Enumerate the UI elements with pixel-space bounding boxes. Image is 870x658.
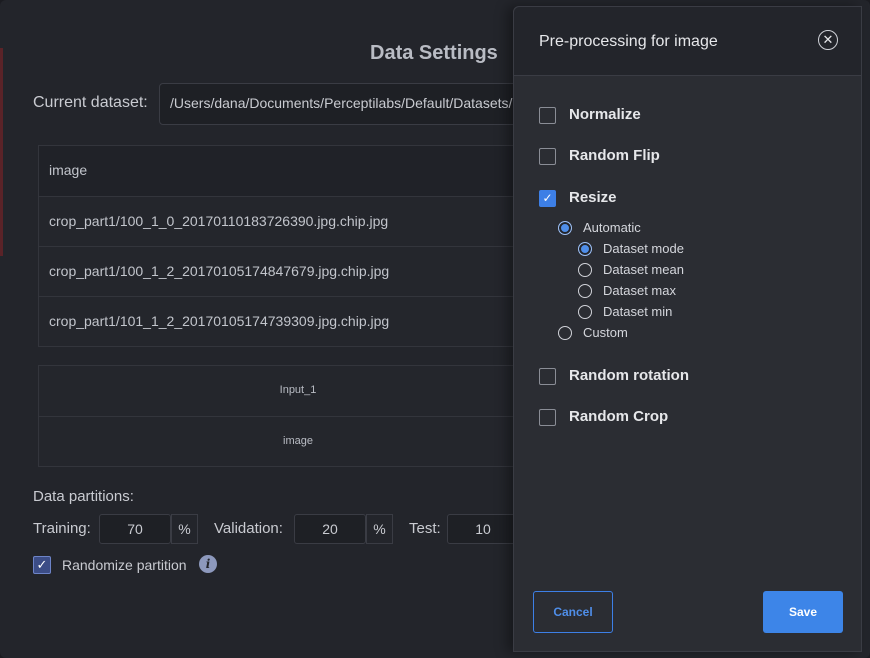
- input-selector[interactable]: Input_1: [39, 366, 557, 416]
- normalize-label: Normalize: [569, 106, 641, 123]
- panel-title: Pre-processing for image: [539, 33, 718, 50]
- randomize-partition-label: Randomize partition: [62, 557, 187, 573]
- panel-header: Pre-processing for image ✕: [514, 7, 861, 76]
- column-mapping-table: Input_1 image: [38, 365, 558, 467]
- validation-input[interactable]: 20: [294, 514, 366, 544]
- left-edge-accent: [0, 48, 3, 256]
- dataset-max-label: Dataset max: [603, 283, 676, 298]
- data-partitions-label: Data partitions:: [33, 488, 134, 505]
- table-row: crop_part1/101_1_2_20170105174739309.jpg…: [39, 296, 557, 346]
- random-crop-checkbox[interactable]: [539, 409, 556, 426]
- random-crop-label: Random Crop: [569, 408, 669, 425]
- resize-label: Resize: [569, 189, 617, 206]
- dataset-min-label: Dataset min: [603, 304, 673, 319]
- random-flip-checkbox[interactable]: [539, 148, 556, 165]
- save-button[interactable]: Save: [763, 591, 843, 633]
- random-flip-label: Random Flip: [569, 147, 660, 164]
- type-selector[interactable]: image: [39, 416, 557, 466]
- training-percent: %: [171, 514, 198, 544]
- test-label: Test:: [409, 520, 441, 537]
- table-header: image: [39, 146, 557, 196]
- dataset-mean-label: Dataset mean: [603, 262, 684, 277]
- dataset-preview-table: image crop_part1/100_1_0_201701101837263…: [38, 145, 558, 347]
- dialog-title: Data Settings: [370, 42, 498, 64]
- resize-checkbox[interactable]: ✓: [539, 190, 556, 207]
- random-rotation-label: Random rotation: [569, 367, 689, 384]
- custom-label: Custom: [583, 325, 628, 340]
- random-rotation-checkbox[interactable]: [539, 368, 556, 385]
- validation-label: Validation:: [214, 520, 283, 537]
- table-row: crop_part1/100_1_2_20170105174847679.jpg…: [39, 246, 557, 296]
- test-input[interactable]: 10: [447, 514, 519, 544]
- normalize-checkbox[interactable]: [539, 107, 556, 124]
- custom-radio[interactable]: [558, 326, 572, 340]
- table-row: crop_part1/100_1_0_20170110183726390.jpg…: [39, 196, 557, 246]
- dataset-max-radio[interactable]: [578, 284, 592, 298]
- randomize-partition-checkbox[interactable]: ✓: [33, 556, 51, 574]
- data-settings-dialog: Data Settings Current dataset: /Users/da…: [0, 0, 870, 658]
- close-icon[interactable]: ✕: [818, 30, 838, 50]
- dataset-mean-radio[interactable]: [578, 263, 592, 277]
- dataset-mode-label: Dataset mode: [603, 241, 684, 256]
- info-icon[interactable]: i: [199, 555, 217, 573]
- cancel-button[interactable]: Cancel: [533, 591, 613, 633]
- training-input[interactable]: 70: [99, 514, 171, 544]
- current-dataset-path-field[interactable]: /Users/dana/Documents/Perceptilabs/Defau…: [159, 83, 559, 125]
- automatic-label: Automatic: [583, 220, 641, 235]
- dataset-mode-radio[interactable]: [578, 242, 592, 256]
- training-label: Training:: [33, 520, 91, 537]
- preprocessing-panel: Pre-processing for image ✕ Normalize Ran…: [513, 6, 862, 652]
- automatic-radio[interactable]: [558, 221, 572, 235]
- dataset-min-radio[interactable]: [578, 305, 592, 319]
- current-dataset-label: Current dataset:: [33, 94, 148, 111]
- validation-percent: %: [366, 514, 393, 544]
